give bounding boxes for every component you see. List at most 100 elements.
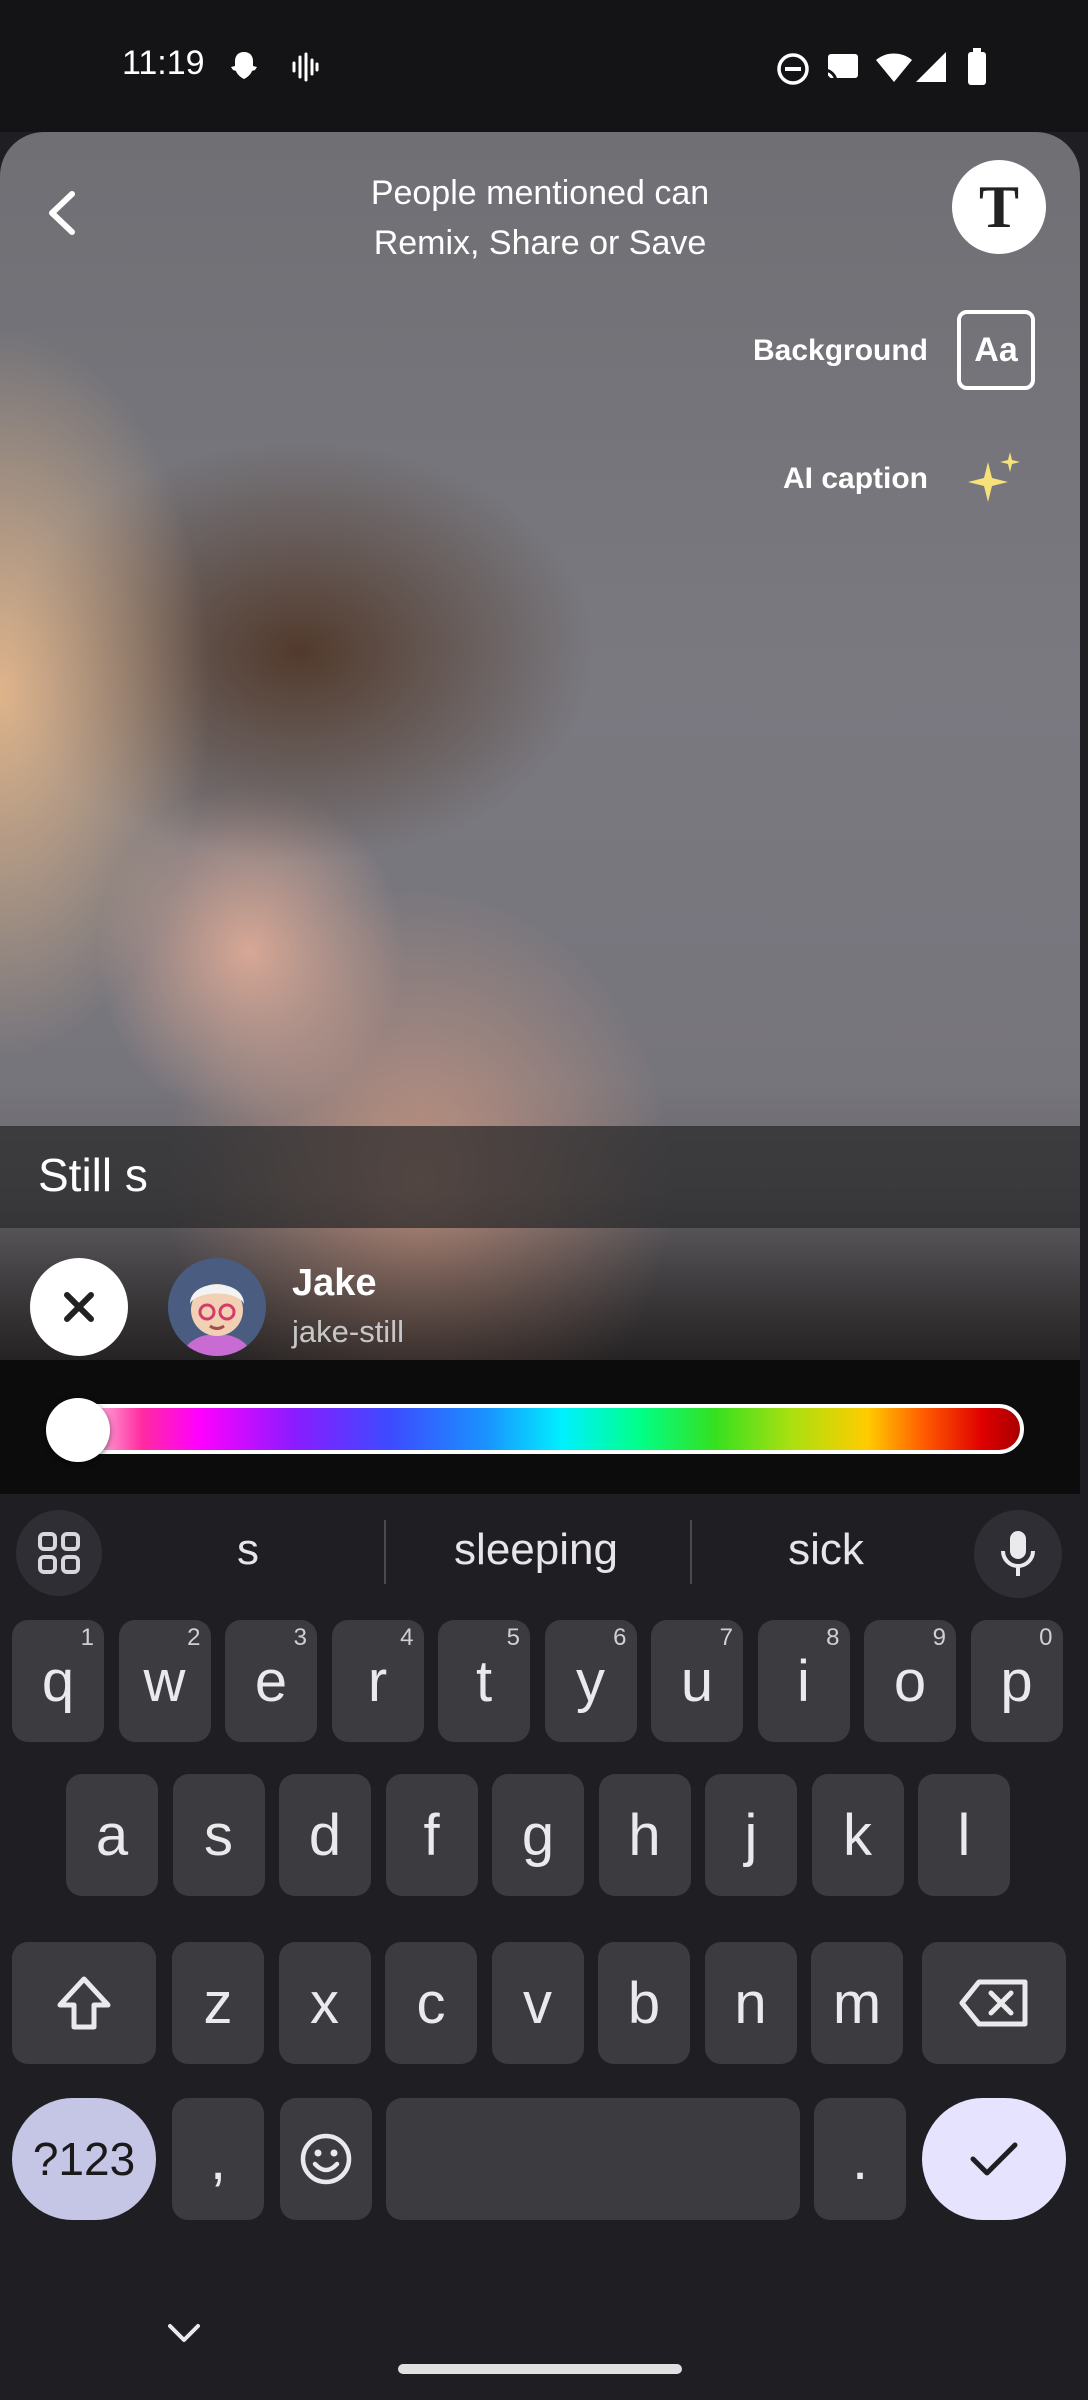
mention-username[interactable]: jake-still — [292, 1314, 404, 1350]
emoji-key[interactable] — [280, 2098, 372, 2220]
key-f[interactable]: f — [385, 1774, 478, 1896]
mention-name[interactable]: Jake — [292, 1262, 377, 1305]
key-label: o — [893, 1648, 927, 1714]
key-hint: 5 — [506, 1624, 520, 1651]
key-r[interactable]: r4 — [331, 1620, 424, 1742]
shift-icon — [57, 1976, 111, 2030]
key-label: i — [797, 1648, 810, 1714]
key-q[interactable]: q1 — [12, 1620, 104, 1742]
key-s[interactable]: s — [172, 1774, 265, 1896]
key-label: s — [204, 1802, 233, 1868]
color-slider[interactable] — [62, 1404, 1024, 1454]
snapchat-icon — [231, 52, 257, 79]
key-label: f — [423, 1802, 440, 1868]
sparkles-icon[interactable] — [964, 448, 1024, 508]
suggestion-divider — [690, 1520, 692, 1584]
text-tool-glyph: T — [978, 173, 1020, 240]
key-v[interactable]: v — [491, 1942, 584, 2064]
suggestion-divider — [384, 1520, 386, 1584]
keyboard-apps-button[interactable] — [16, 1510, 102, 1596]
color-slider-thumb[interactable] — [46, 1398, 110, 1462]
status-time: 11:19 — [122, 44, 205, 82]
key-x[interactable]: x — [278, 1942, 371, 2064]
voice-input-button[interactable] — [974, 1510, 1062, 1598]
text-style-button[interactable]: T — [952, 160, 1046, 254]
key-p[interactable]: p0 — [970, 1620, 1063, 1742]
bitmoji-avatar-icon — [168, 1258, 266, 1356]
key-label: e — [254, 1648, 288, 1714]
background-label[interactable]: Background — [753, 334, 928, 368]
key-hint: 3 — [293, 1624, 307, 1651]
key-j[interactable]: j — [705, 1774, 797, 1896]
mention-note-line-1: People mentioned can — [370, 174, 710, 212]
emoji-icon — [300, 2133, 352, 2185]
key-label: y — [576, 1648, 605, 1714]
key-e[interactable]: e3 — [225, 1620, 317, 1742]
key-label: z — [203, 1970, 233, 2036]
key-label: t — [475, 1648, 493, 1714]
key-o[interactable]: o9 — [864, 1620, 956, 1742]
dismiss-mention-button[interactable] — [30, 1258, 128, 1356]
signal-icon — [916, 52, 946, 82]
key-hint: 4 — [400, 1624, 414, 1651]
key-y[interactable]: y6 — [544, 1620, 637, 1742]
key-m[interactable]: m — [811, 1942, 903, 2064]
key-g[interactable]: g — [492, 1774, 584, 1896]
caption-bar[interactable] — [0, 1126, 1080, 1228]
key-label: u — [680, 1648, 714, 1714]
key-n[interactable]: n — [704, 1942, 797, 2064]
avatar[interactable] — [168, 1258, 266, 1356]
key-a[interactable]: a — [66, 1774, 158, 1896]
key-label: l — [957, 1802, 971, 1868]
key-label: n — [734, 1970, 767, 2036]
key-label: c — [416, 1970, 446, 2036]
shift-key[interactable] — [12, 1942, 156, 2064]
key-c[interactable]: c — [385, 1942, 477, 2064]
key-l[interactable]: l — [918, 1774, 1010, 1896]
key-w[interactable]: w2 — [118, 1620, 211, 1742]
period-key[interactable]: . — [814, 2098, 906, 2220]
key-d[interactable]: d — [279, 1774, 371, 1896]
microphone-icon — [1001, 1531, 1035, 1576]
key-label: q — [41, 1648, 75, 1714]
symbols-key[interactable]: ?123 — [12, 2098, 156, 2220]
backspace-icon — [959, 1979, 1028, 2027]
key-label: b — [627, 1970, 661, 2036]
background-button[interactable]: Aa — [957, 310, 1035, 390]
key-t[interactable]: t5 — [438, 1620, 530, 1742]
space-key[interactable] — [386, 2098, 800, 2220]
key-label: v — [523, 1970, 552, 2036]
home-indicator[interactable] — [398, 2364, 682, 2374]
key-k[interactable]: k — [811, 1774, 904, 1896]
key-hint: 0 — [1039, 1624, 1053, 1651]
back-chevron-icon[interactable] — [40, 188, 84, 238]
key-label: p — [1000, 1648, 1033, 1714]
suggestion-3[interactable]: sick — [706, 1525, 946, 1575]
key-label: d — [308, 1802, 342, 1868]
ai-caption-label[interactable]: AI caption — [783, 462, 928, 496]
comma-key[interactable]: , — [172, 2098, 264, 2220]
grid-icon — [38, 1532, 80, 1574]
audio-wave-icon — [292, 52, 319, 82]
suggestion-2[interactable]: sleeping — [416, 1525, 656, 1575]
key-i[interactable]: i8 — [757, 1620, 850, 1742]
key-hint: 7 — [719, 1624, 733, 1651]
done-key[interactable] — [922, 2098, 1066, 2220]
key-z[interactable]: z — [172, 1942, 264, 2064]
suggestion-1[interactable]: s — [128, 1525, 368, 1575]
key-label: m — [832, 1970, 882, 2036]
key-label: a — [95, 1802, 129, 1868]
backspace-key[interactable] — [922, 1942, 1066, 2064]
battery-icon — [968, 48, 986, 85]
mention-permission-note: People mentioned can Remix, Share or Sav… — [300, 168, 780, 268]
caption-text[interactable]: Still s — [38, 1148, 148, 1202]
key-label: r — [367, 1648, 388, 1714]
wifi-icon — [876, 53, 912, 82]
key-hint: 1 — [80, 1624, 94, 1651]
mention-note-line-2: Remix, Share or Save — [373, 224, 707, 262]
hide-keyboard-chevron-icon[interactable] — [166, 2322, 202, 2346]
key-u[interactable]: u7 — [651, 1620, 743, 1742]
key-b[interactable]: b — [598, 1942, 690, 2064]
do-not-disturb-icon — [777, 53, 809, 85]
key-h[interactable]: h — [598, 1774, 691, 1896]
